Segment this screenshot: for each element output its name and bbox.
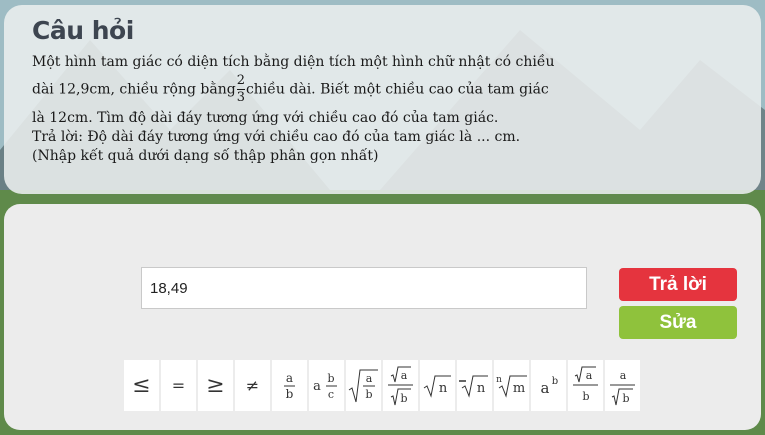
less-equal-button[interactable]: ≤ [124, 360, 159, 411]
svg-text:a: a [586, 369, 593, 382]
fraction-denominator: 3 [236, 90, 245, 105]
fraction-two-thirds: 23 [236, 73, 245, 105]
question-line-4: Trả lời: Độ dài đáy tương ứng với chiều … [32, 129, 521, 145]
number-over-sqrt-button[interactable]: a b [605, 360, 640, 411]
fraction-button[interactable]: a b [272, 360, 307, 411]
greater-equal-button[interactable]: ≥ [198, 360, 233, 411]
question-line-1: Một hình tam giác có diện tích bằng diện… [32, 54, 555, 70]
number-over-sqrt-icon: a b [610, 369, 635, 406]
equal-button[interactable]: = [161, 360, 196, 411]
edit-button[interactable]: Sửa [619, 306, 737, 339]
question-text: Một hình tam giác có diện tích bằng diện… [32, 53, 555, 166]
fraction-numerator: 2 [236, 73, 245, 88]
mixed-number-icon: a b c [313, 372, 337, 401]
power-button[interactable]: a b [531, 360, 566, 411]
svg-text:b: b [622, 392, 629, 405]
question-panel: Câu hỏi Một hình tam giác có diện tích b… [4, 5, 761, 194]
mixed-number-button[interactable]: a b c [309, 360, 344, 411]
root-index-icon: n m [496, 375, 527, 398]
svg-text:b: b [286, 387, 294, 401]
nth-root-icon: n [459, 375, 488, 398]
svg-text:a: a [401, 369, 408, 382]
svg-text:b: b [552, 376, 558, 387]
sqrt-over-number-button[interactable]: a b [568, 360, 603, 411]
not-equal-button[interactable]: ≠ [235, 360, 270, 411]
question-line-2: dài 12,9cm, chiều rộng bằng 2 3 chiều dài. … [32, 73, 549, 105]
answer-panel: Trả lời Sửa ≤ = ≥ ≠ a b a b c a [4, 204, 761, 430]
submit-button[interactable]: Trả lời [619, 268, 737, 301]
svg-text:a: a [313, 379, 321, 394]
svg-text:c: c [328, 388, 334, 401]
svg-text:a: a [286, 371, 293, 385]
svg-text:a: a [366, 372, 373, 385]
sqrt-fraction-button[interactable]: a b [346, 360, 381, 411]
svg-text:a: a [541, 379, 550, 397]
svg-text:n: n [496, 375, 502, 385]
sqrt-button[interactable]: n [420, 360, 455, 411]
math-symbol-toolbar: ≤ = ≥ ≠ a b a b c a b a b n n n m a b a … [124, 360, 640, 411]
power-icon: a b [541, 376, 559, 397]
sqrt-fraction-icon: a b [348, 369, 378, 403]
svg-text:a: a [620, 369, 627, 382]
svg-text:b: b [400, 392, 407, 405]
sqrt-over-sqrt-icon: a b [388, 366, 413, 406]
svg-text:n: n [477, 381, 486, 396]
svg-text:b: b [365, 388, 372, 401]
nth-root-button[interactable]: n [457, 360, 492, 411]
question-line-2-end: chiều dài. Biết một chiều cao của tam gi… [245, 81, 549, 98]
question-title: Câu hỏi [32, 16, 134, 45]
question-line-2-start: dài 12,9cm, chiều rộng bằng [32, 81, 236, 98]
sqrt-icon: n [423, 375, 451, 398]
answer-input[interactable] [141, 267, 587, 309]
svg-text:b: b [582, 390, 589, 403]
root-index-button[interactable]: n m [494, 360, 529, 411]
svg-text:n: n [439, 381, 448, 396]
fraction-icon: a b [284, 371, 295, 401]
sqrt-over-sqrt-button[interactable]: a b [383, 360, 418, 411]
question-line-3: là 12cm. Tìm độ dài đáy tương ứng với ch… [32, 110, 499, 126]
svg-text:m: m [513, 381, 525, 396]
svg-text:b: b [327, 372, 334, 385]
question-line-5: (Nhập kết quả dưới dạng số thập phân gọn… [32, 148, 379, 164]
sqrt-over-number-icon: a b [573, 366, 598, 403]
